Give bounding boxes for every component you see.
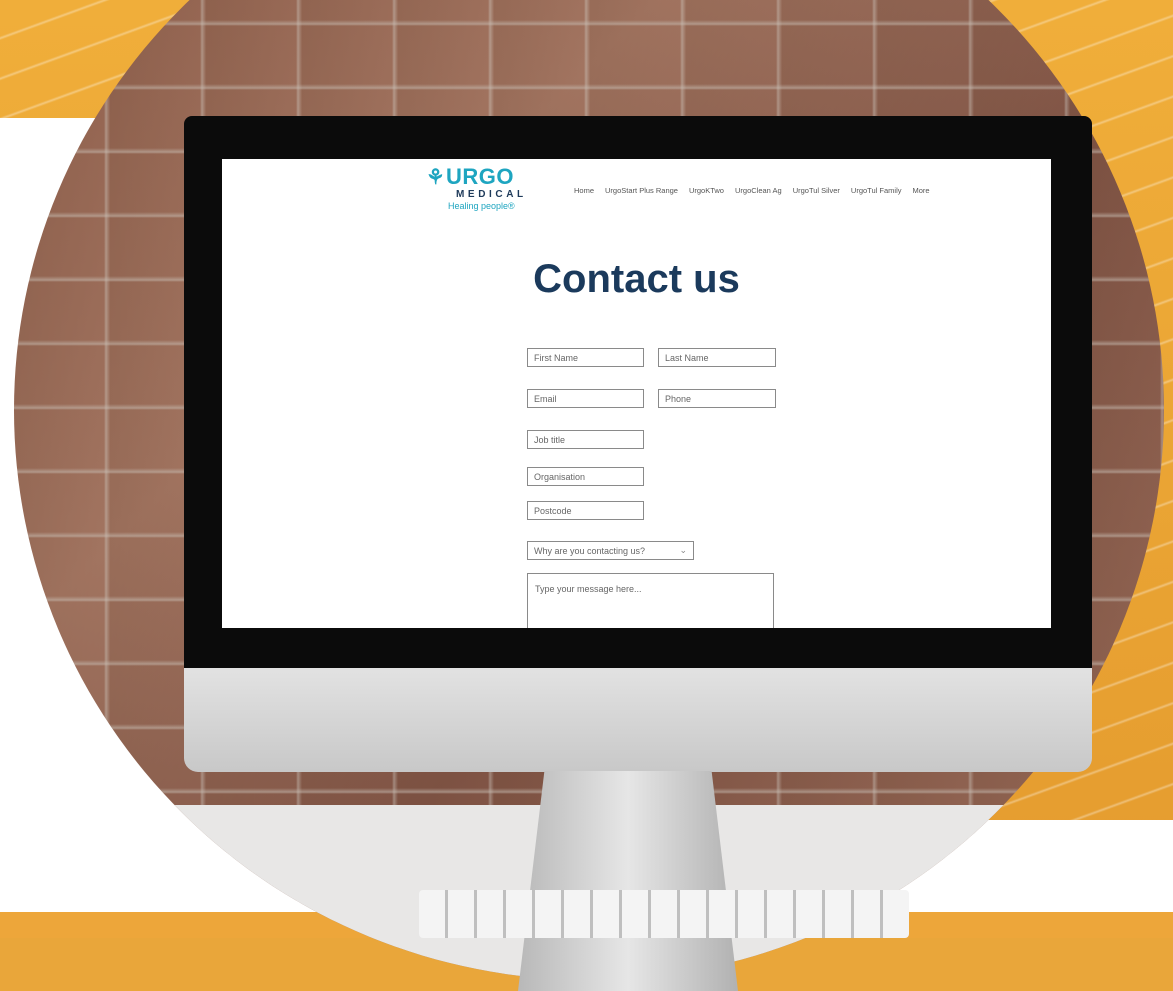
organisation-field[interactable]: Organisation — [527, 467, 644, 486]
monitor-chin — [184, 668, 1092, 772]
email-placeholder: Email — [534, 394, 557, 404]
keyboard — [419, 890, 909, 938]
last-name-placeholder: Last Name — [665, 353, 709, 363]
reason-placeholder: Why are you contacting us? — [534, 546, 646, 556]
page-title: Contact us — [533, 257, 740, 301]
message-placeholder: Type your message here... — [535, 584, 642, 594]
nav-item-urgotul-silver[interactable]: UrgoTul Silver — [793, 186, 840, 195]
postcode-placeholder: Postcode — [534, 506, 572, 516]
nav-item-more[interactable]: More — [913, 186, 930, 195]
last-name-field[interactable]: Last Name — [658, 348, 776, 367]
job-title-field[interactable]: Job title — [527, 430, 644, 449]
nav-item-urgotul-family[interactable]: UrgoTul Family — [851, 186, 902, 195]
nav-item-home[interactable]: Home — [574, 186, 594, 195]
main-navigation: Home UrgoStart Plus Range UrgoKTwo UrgoC… — [574, 186, 930, 195]
message-textarea[interactable]: Type your message here... — [527, 573, 774, 628]
website-screen: ⚘ URGO MEDICAL Healing people® Home Urgo… — [222, 159, 1051, 628]
first-name-placeholder: First Name — [534, 353, 579, 363]
nav-item-urgoktwo[interactable]: UrgoKTwo — [689, 186, 724, 195]
phone-placeholder: Phone — [665, 394, 692, 404]
monitor-stand — [518, 771, 738, 991]
email-field[interactable]: Email — [527, 389, 644, 408]
nav-item-urgostart-plus-range[interactable]: UrgoStart Plus Range — [605, 186, 678, 195]
job-title-placeholder: Job title — [534, 435, 566, 445]
organisation-placeholder: Organisation — [534, 472, 586, 482]
phone-field[interactable]: Phone — [658, 389, 776, 408]
logo-tagline: Healing people® — [448, 201, 515, 211]
urgo-medical-logo[interactable]: ⚘ URGO MEDICAL Healing people® — [426, 163, 536, 215]
logo-wordmark: URGO — [446, 164, 514, 189]
first-name-field[interactable]: First Name — [527, 348, 644, 367]
reason-select[interactable]: Why are you contacting us? ⌄ — [527, 541, 694, 560]
logo-medical-text: MEDICAL — [456, 189, 527, 200]
postcode-field[interactable]: Postcode — [527, 501, 644, 520]
chevron-down-icon: ⌄ — [679, 545, 687, 555]
runner-icon: ⚘ — [426, 166, 445, 189]
nav-item-urgoclean-ag[interactable]: UrgoClean Ag — [735, 186, 782, 195]
